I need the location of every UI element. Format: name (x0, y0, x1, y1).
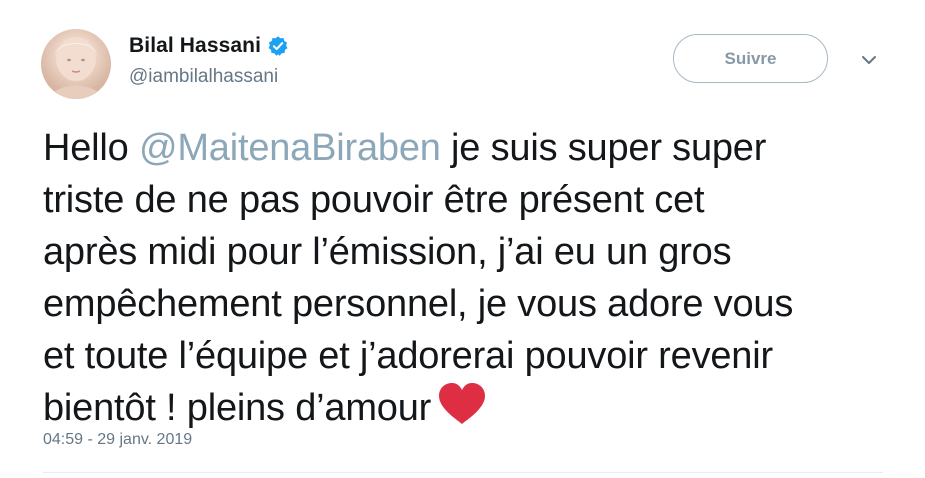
tweet-timestamp[interactable]: 04:59 - 29 janv. 2019 (43, 431, 192, 449)
tweet-line: bientôt ! pleins d’amour (43, 382, 883, 434)
author-name-row: Bilal Hassani (129, 33, 289, 59)
tweet-line: empêchement personnel, je vous adore vou… (43, 283, 794, 325)
avatar[interactable] (41, 29, 111, 99)
red-heart-icon (437, 382, 487, 426)
tweet-line: triste de ne pas pouvoir être présent ce… (43, 179, 705, 221)
author-handle[interactable]: @iambilalhassani (129, 66, 278, 88)
tweet-text-segment: je suis super super (440, 127, 767, 169)
tweet-text: Hello @MaitenaBiraben je suis super supe… (43, 122, 883, 434)
mention-link[interactable]: @MaitenaBiraben (139, 127, 441, 169)
divider (43, 472, 883, 473)
tweet-line: Hello @MaitenaBiraben je suis super supe… (43, 122, 883, 174)
author-display-name[interactable]: Bilal Hassani (129, 34, 261, 58)
verified-badge-icon (267, 35, 289, 57)
follow-button[interactable]: Suivre (673, 34, 828, 83)
chevron-down-icon[interactable] (857, 52, 881, 68)
tweet-text-segment: bientôt ! pleins d’amour (43, 387, 432, 429)
tweet-card: Bilal Hassani @iambilalhassani Suivre He… (0, 0, 925, 478)
avatar-icon (51, 37, 101, 99)
tweet-line: après midi pour l’émission, j’ai eu un g… (43, 231, 732, 273)
tweet-text-segment: Hello (43, 127, 139, 169)
tweet-line: et toute l’équipe et j’adorerai pouvoir … (43, 335, 773, 377)
